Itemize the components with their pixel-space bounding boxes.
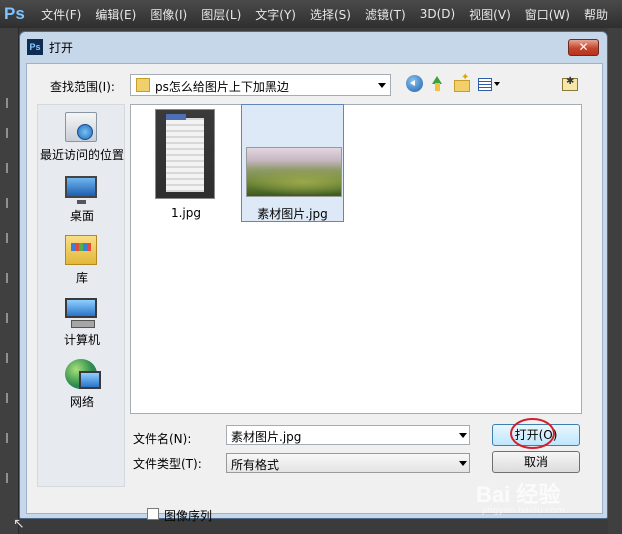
chevron-down-icon	[378, 83, 386, 88]
photoshop-tools-panel	[0, 28, 19, 534]
tool-icon[interactable]	[6, 473, 12, 483]
menu-view[interactable]: 视图(V)	[469, 6, 511, 23]
place-label: 网络	[69, 395, 94, 409]
file-name: 1.jpg	[170, 206, 202, 220]
mouse-cursor-icon: ↖	[13, 516, 25, 532]
file-item[interactable]: 1.jpg	[151, 106, 251, 224]
menu-filter[interactable]: 滤镜(T)	[365, 6, 406, 23]
folder-icon	[136, 78, 150, 92]
library-icon	[65, 235, 97, 265]
desktop-icon	[65, 176, 97, 204]
place-network[interactable]: 网络	[38, 354, 126, 414]
new-folder-icon[interactable]	[453, 72, 470, 92]
tool-icon[interactable]	[6, 198, 12, 208]
photoshop-menubar: Ps 文件(F) 编辑(E) 图像(I) 图层(L) 文字(Y) 选择(S) 滤…	[0, 0, 622, 28]
menu-select[interactable]: 选择(S)	[310, 6, 351, 23]
look-in-dropdown[interactable]: ps怎么给图片上下加黑边	[130, 74, 391, 96]
tool-icon[interactable]	[6, 273, 12, 283]
recent-places-icon	[65, 112, 97, 142]
chevron-down-icon[interactable]	[459, 433, 467, 438]
filetype-label: 文件类型(T):	[133, 457, 202, 471]
photoshop-app-icon: Ps	[27, 39, 43, 55]
tool-icon[interactable]	[6, 393, 12, 403]
dialog-title: 打开	[49, 41, 74, 55]
filetype-dropdown[interactable]: 所有格式	[226, 453, 470, 473]
back-icon[interactable]	[406, 75, 423, 92]
file-list: 1.jpg 素材图片.jpg	[130, 104, 582, 414]
dialog-titlebar[interactable]: Ps 打开 ✕	[20, 32, 607, 62]
place-desktop[interactable]: 桌面	[38, 168, 126, 228]
image-sequence-label: 图像序列	[164, 509, 213, 523]
file-thumbnail	[155, 109, 215, 199]
places-bar: 最近访问的位置 桌面 库 计算机 网络	[37, 104, 125, 487]
close-button[interactable]: ✕	[568, 39, 599, 56]
favorite-folder-icon[interactable]	[561, 75, 578, 92]
place-label: 桌面	[69, 209, 94, 223]
look-in-value: ps怎么给图片上下加黑边	[155, 80, 289, 94]
filename-label: 文件名(N):	[133, 432, 192, 446]
menu-image[interactable]: 图像(I)	[150, 6, 187, 23]
menu-3d[interactable]: 3D(D)	[420, 7, 455, 21]
photoshop-panel-strip	[608, 28, 622, 534]
place-label: 库	[75, 271, 88, 285]
watermark: Bai 经验	[476, 482, 561, 507]
look-in-label: 查找范围(I):	[50, 80, 115, 94]
menu-help[interactable]: 帮助	[584, 6, 608, 23]
filename-input[interactable]: 素材图片.jpg	[226, 425, 470, 445]
place-label: 计算机	[63, 333, 100, 347]
menu-type[interactable]: 文字(Y)	[255, 6, 296, 23]
network-icon	[65, 359, 101, 389]
tool-icon[interactable]	[6, 128, 12, 138]
chevron-down-icon[interactable]	[459, 461, 467, 466]
photoshop-logo: Ps	[4, 4, 25, 23]
place-computer[interactable]: 计算机	[38, 292, 126, 352]
tool-icon[interactable]	[6, 353, 12, 363]
file-thumbnail	[246, 147, 342, 197]
dialog-body: 查找范围(I): ps怎么给图片上下加黑边 最近访问的位置 桌面 库	[26, 63, 603, 523]
open-dialog: Ps 打开 ✕ 查找范围(I): ps怎么给图片上下加黑边 最近访问的位置 桌面	[19, 31, 608, 523]
tool-icon[interactable]	[6, 233, 12, 243]
file-item-selected[interactable]: 素材图片.jpg	[241, 104, 344, 222]
file-name: 素材图片.jpg	[257, 207, 328, 221]
open-button[interactable]: 打开(O)	[492, 424, 580, 446]
tool-icon[interactable]	[6, 163, 12, 173]
tool-icon[interactable]	[6, 313, 12, 323]
tool-icon[interactable]	[6, 98, 12, 108]
image-sequence-checkbox[interactable]	[147, 508, 159, 520]
tool-icon[interactable]	[6, 433, 12, 443]
watermark-url: jingyan.baidu.com	[482, 506, 566, 516]
place-recent[interactable]: 最近访问的位置	[38, 107, 126, 167]
place-label: 最近访问的位置	[39, 148, 124, 162]
place-library[interactable]: 库	[38, 230, 126, 290]
view-menu-icon[interactable]	[477, 75, 503, 92]
menu-edit[interactable]: 编辑(E)	[95, 6, 136, 23]
menu-file[interactable]: 文件(F)	[41, 6, 81, 23]
menu-window[interactable]: 窗口(W)	[525, 6, 570, 23]
cancel-button[interactable]: 取消	[492, 451, 580, 473]
computer-icon	[65, 298, 97, 328]
up-folder-icon[interactable]	[429, 75, 446, 92]
menu-layer[interactable]: 图层(L)	[201, 6, 241, 23]
